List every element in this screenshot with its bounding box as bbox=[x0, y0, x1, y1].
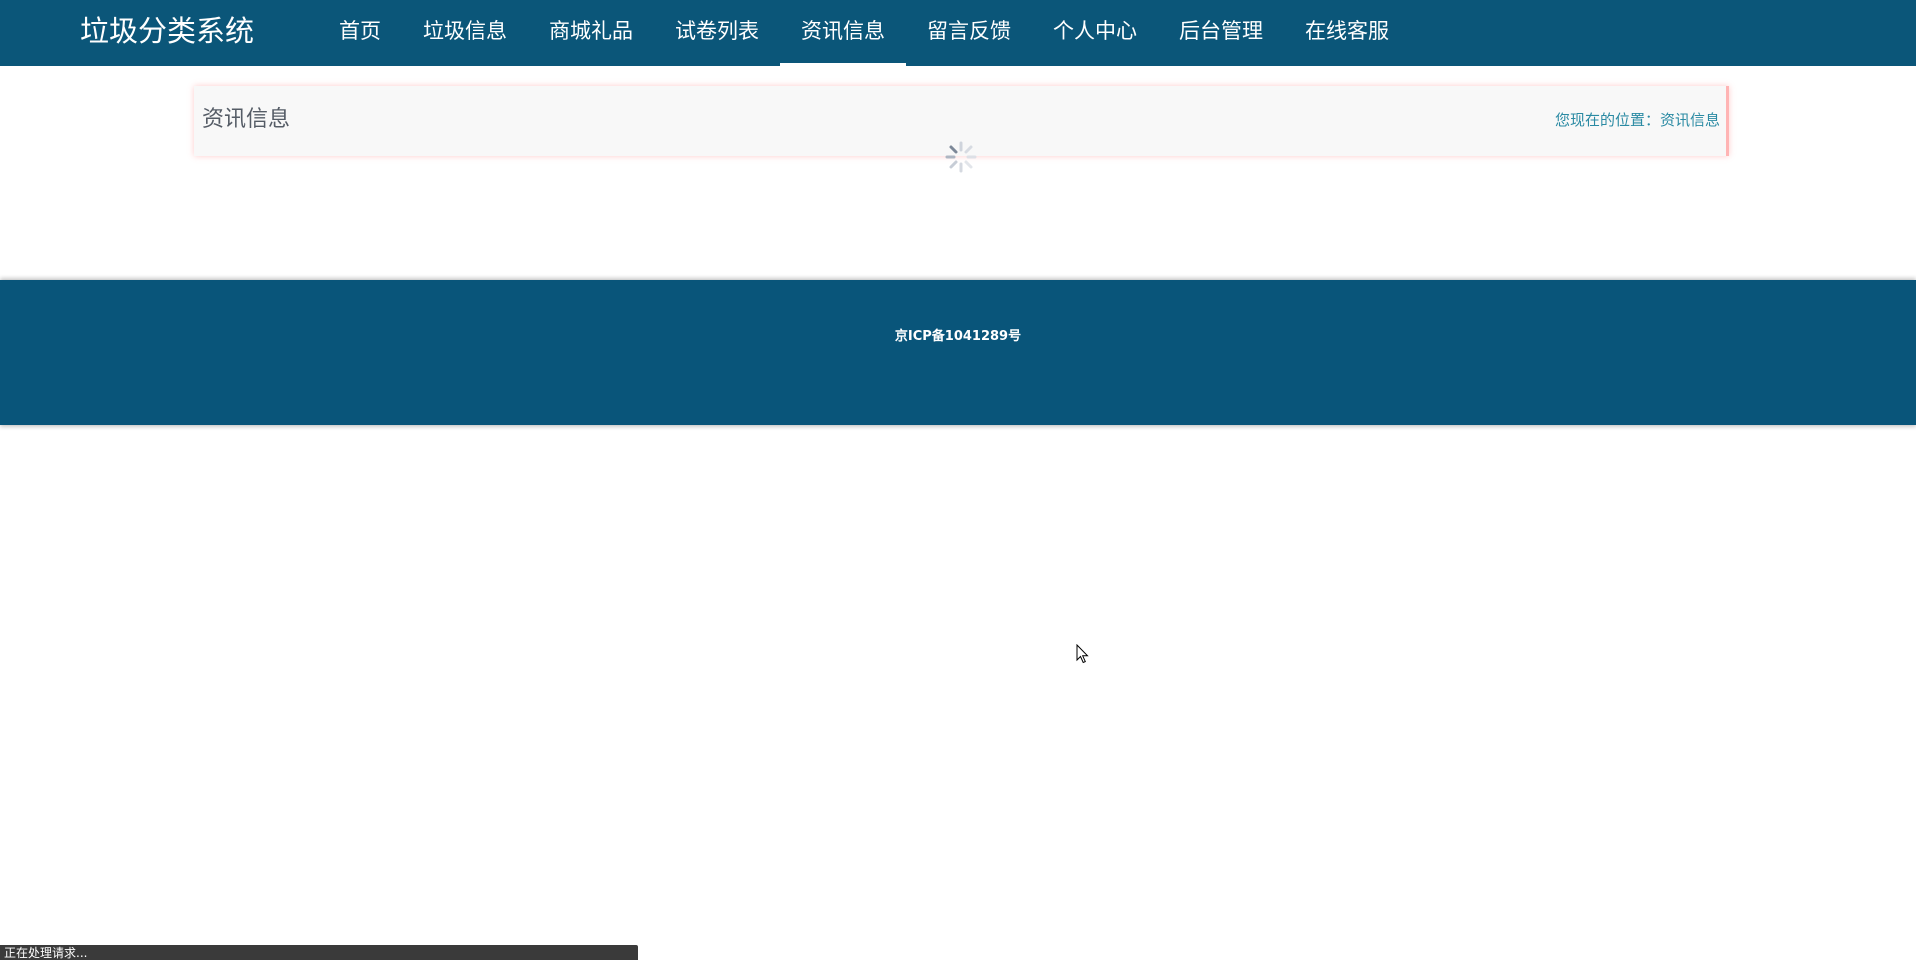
main-nav: 首页 垃圾信息 商城礼品 试卷列表 资讯信息 留言反馈 个人中心 后台管理 在线… bbox=[318, 0, 1410, 66]
nav-item-online-service[interactable]: 在线客服 bbox=[1284, 0, 1410, 66]
browser-status-bar: 正在处理请求... bbox=[0, 945, 638, 960]
site-title[interactable]: 垃圾分类系统 bbox=[80, 0, 254, 66]
nav-item-news[interactable]: 资讯信息 bbox=[780, 0, 906, 66]
nav-item-garbage-info[interactable]: 垃圾信息 bbox=[402, 0, 528, 66]
breadcrumb[interactable]: 您现在的位置：资讯信息 bbox=[1555, 86, 1720, 154]
mouse-cursor-icon bbox=[1076, 644, 1089, 664]
top-navbar: 垃圾分类系统 首页 垃圾信息 商城礼品 试卷列表 资讯信息 留言反馈 个人中心 … bbox=[0, 0, 1916, 66]
footer: 京ICP备1041289号 bbox=[0, 280, 1916, 425]
nav-item-exam-list[interactable]: 试卷列表 bbox=[654, 0, 780, 66]
loading-spinner-icon bbox=[945, 141, 977, 173]
nav-item-personal-center[interactable]: 个人中心 bbox=[1032, 0, 1158, 66]
icp-record: 京ICP备1041289号 bbox=[894, 329, 1022, 344]
nav-item-home[interactable]: 首页 bbox=[318, 0, 402, 66]
nav-item-mall-gifts[interactable]: 商城礼品 bbox=[528, 0, 654, 66]
nav-item-admin[interactable]: 后台管理 bbox=[1158, 0, 1284, 66]
nav-item-feedback[interactable]: 留言反馈 bbox=[906, 0, 1032, 66]
page-title: 资讯信息 bbox=[202, 107, 291, 132]
